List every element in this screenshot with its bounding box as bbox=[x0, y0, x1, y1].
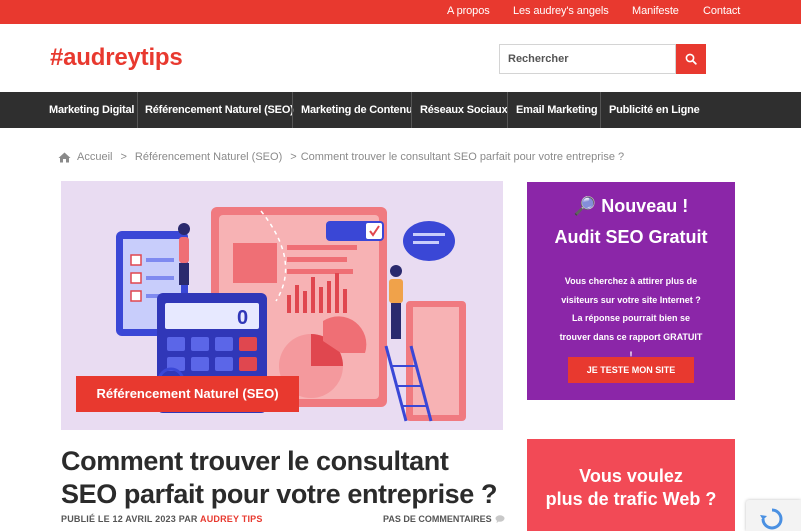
article-meta: PUBLIÉ LE 12 AVRIL 2023 PAR AUDREY TIPS bbox=[61, 514, 263, 524]
traffic-widget[interactable]: Vous voulez plus de trafic Web ? bbox=[527, 439, 735, 531]
topbar-link-a-propos[interactable]: A propos bbox=[447, 5, 490, 17]
main-nav: Marketing Digital Référencement Naturel … bbox=[0, 92, 801, 128]
topbar-link-contact[interactable]: Contact bbox=[703, 5, 740, 17]
nav-divider bbox=[292, 92, 293, 128]
author-link[interactable]: AUDREY TIPS bbox=[200, 514, 263, 524]
traffic-widget-line2: plus de trafic Web ? bbox=[545, 489, 717, 509]
nav-item-publicite-en-ligne[interactable]: Publicité en Ligne bbox=[609, 92, 700, 128]
audit-cta-button[interactable]: JE TESTE MON SITE bbox=[568, 357, 694, 383]
nav-item-marketing-digital[interactable]: Marketing Digital bbox=[49, 92, 134, 128]
nav-divider bbox=[411, 92, 412, 128]
comment-icon bbox=[495, 515, 505, 523]
comments-label: PAS DE COMMENTAIRES bbox=[383, 514, 492, 524]
home-icon bbox=[58, 152, 71, 162]
audit-widget-title-line2: Audit SEO Gratuit bbox=[554, 227, 708, 247]
comments-link[interactable]: PAS DE COMMENTAIRES bbox=[383, 514, 505, 524]
nav-item-email-marketing[interactable]: Email Marketing bbox=[516, 92, 598, 128]
nav-divider bbox=[137, 92, 138, 128]
breadcrumb-separator: > bbox=[120, 151, 127, 163]
nav-item-marketing-contenu[interactable]: Marketing de Contenu bbox=[301, 92, 413, 128]
calculator-display: 0 bbox=[237, 307, 248, 329]
search-input[interactable] bbox=[499, 44, 676, 74]
top-bar: A propos Les audrey's angels Manifeste C… bbox=[0, 0, 801, 24]
breadcrumb-home-label: Accueil bbox=[77, 151, 113, 163]
traffic-widget-line1: Vous voulez bbox=[579, 466, 683, 486]
nav-divider bbox=[507, 92, 508, 128]
breadcrumb-separator: > bbox=[290, 151, 297, 163]
recaptcha-icon bbox=[760, 508, 783, 530]
search-button[interactable] bbox=[676, 44, 706, 74]
site-logo[interactable]: #audreytips bbox=[50, 44, 183, 72]
recaptcha-badge[interactable] bbox=[746, 500, 801, 531]
nav-item-reseaux-sociaux[interactable]: Réseaux Sociaux bbox=[420, 92, 508, 128]
nav-divider bbox=[600, 92, 601, 128]
author-prefix: PAR bbox=[178, 514, 200, 524]
category-badge[interactable]: Référencement Naturel (SEO) bbox=[76, 376, 299, 412]
topbar-link-manifeste[interactable]: Manifeste bbox=[632, 5, 679, 17]
topbar-link-audreys-angels[interactable]: Les audrey's angels bbox=[513, 5, 609, 17]
audit-widget-title-line1: 🔎 Nouveau ! bbox=[573, 196, 689, 216]
audit-widget-text: Vous cherchez à attirer plus de visiteur… bbox=[559, 276, 703, 360]
publish-date: PUBLIÉ LE 12 AVRIL 2023 bbox=[61, 514, 179, 524]
breadcrumb: Accueil > Référencement Naturel (SEO) > … bbox=[58, 151, 624, 163]
breadcrumb-category[interactable]: Référencement Naturel (SEO) bbox=[135, 151, 282, 163]
search-icon bbox=[685, 53, 697, 65]
nav-item-seo[interactable]: Référencement Naturel (SEO) bbox=[145, 92, 294, 128]
breadcrumb-current: Comment trouver le consultant SEO parfai… bbox=[300, 151, 625, 163]
breadcrumb-home[interactable]: Accueil bbox=[58, 151, 112, 163]
article-title: Comment trouver le consultant SEO parfai… bbox=[61, 446, 498, 509]
